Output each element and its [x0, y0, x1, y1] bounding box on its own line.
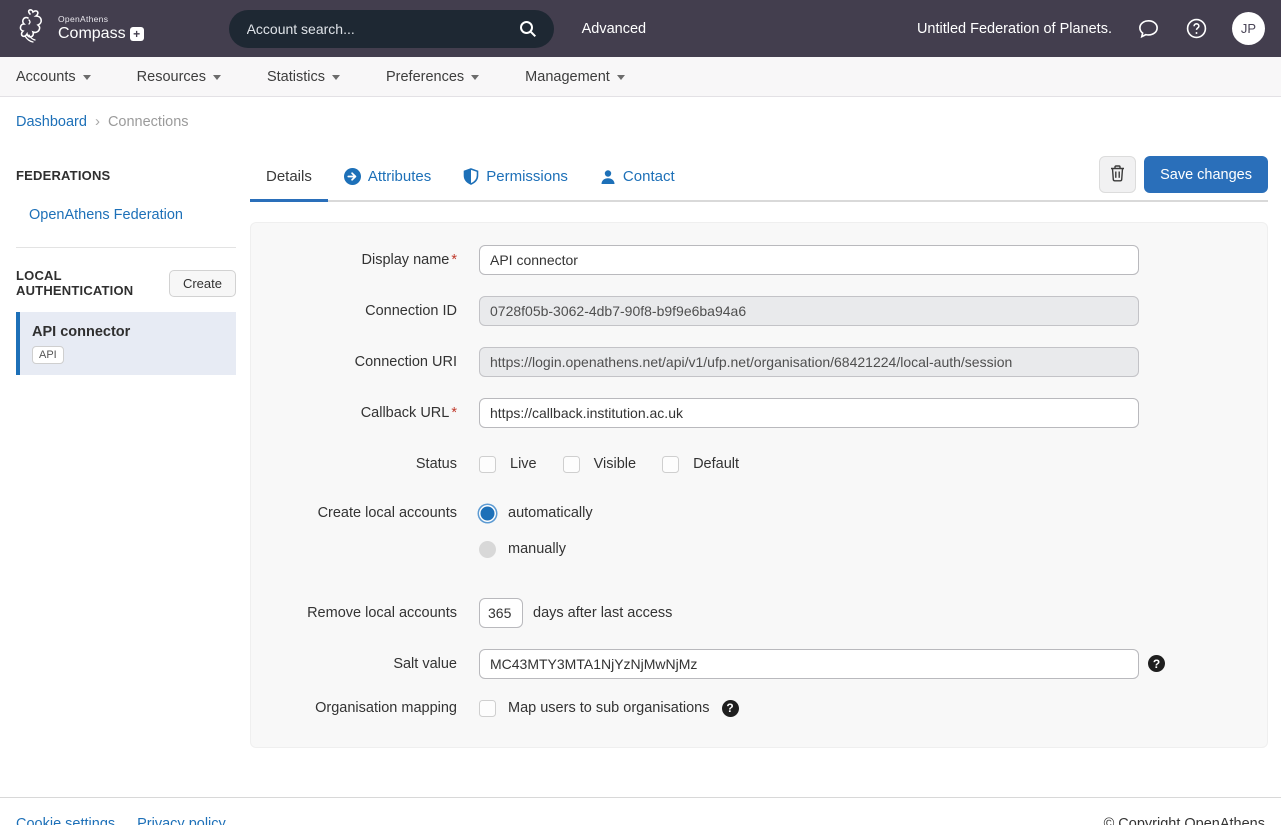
delete-connection-button[interactable]	[1099, 156, 1136, 193]
remove-days-field[interactable]	[479, 598, 523, 628]
search-icon[interactable]	[516, 17, 540, 41]
default-checkbox[interactable]	[662, 456, 679, 473]
nav-item-resources[interactable]: Resources	[137, 69, 221, 85]
organisation-name: Untitled Federation of Planets.	[917, 21, 1112, 37]
nav-item-preferences[interactable]: Preferences	[386, 69, 479, 85]
tab-permissions[interactable]: Permissions	[447, 156, 584, 202]
shield-icon	[463, 168, 479, 185]
person-icon	[600, 169, 616, 185]
breadcrumb: Dashboard › Connections	[0, 97, 1281, 144]
app-header: OpenAthens Compass + Advanced Untitled F…	[0, 0, 1281, 57]
cookie-settings-link[interactable]: Cookie settings	[16, 816, 115, 825]
status-label: Status	[281, 456, 457, 472]
chevron-down-icon	[213, 75, 221, 80]
plus-badge-icon: +	[130, 27, 144, 41]
connection-id-label: Connection ID	[281, 303, 457, 319]
status-row: Status Live Visible Default	[281, 456, 1237, 473]
display-name-label: Display name*	[281, 252, 457, 268]
breadcrumb-separator: ›	[95, 113, 100, 130]
callback-url-field[interactable]	[479, 398, 1139, 428]
create-connection-button[interactable]: Create	[169, 270, 236, 297]
trash-icon	[1109, 164, 1126, 185]
sidebar: FEDERATIONS OpenAthens Federation LOCAL …	[0, 144, 250, 375]
connection-name: API connector	[32, 324, 226, 340]
brand-openathens-label: OpenAthens	[58, 15, 144, 24]
connection-uri-label: Connection URI	[281, 354, 457, 370]
salt-value-row: Salt value ?	[281, 649, 1237, 679]
help-icon[interactable]	[1184, 17, 1208, 41]
save-changes-button[interactable]: Save changes	[1144, 156, 1268, 193]
callback-url-row: Callback URL*	[281, 398, 1237, 428]
org-mapping-checkbox[interactable]	[479, 700, 496, 717]
org-mapping-help-icon[interactable]: ?	[722, 700, 739, 717]
connection-uri-row: Connection URI	[281, 347, 1237, 377]
details-form: Display name* Connection ID Connection U…	[250, 222, 1268, 748]
breadcrumb-current: Connections	[108, 114, 189, 130]
sidebar-divider	[16, 247, 236, 248]
account-search-box[interactable]	[229, 10, 554, 48]
page-footer: Cookie settings Privacy policy © Copyrig…	[0, 797, 1281, 825]
remove-local-accounts-label: Remove local accounts	[281, 605, 457, 621]
breadcrumb-dashboard-link[interactable]: Dashboard	[16, 114, 87, 130]
create-local-accounts-label: Create local accounts	[281, 505, 457, 521]
visible-checkbox-label: Visible	[594, 456, 636, 472]
callback-url-label: Callback URL*	[281, 405, 457, 421]
chevron-down-icon	[617, 75, 625, 80]
account-search-input[interactable]	[247, 21, 516, 37]
organisation-mapping-label: Organisation mapping	[281, 700, 457, 716]
main-panel: Details Attributes Permissions	[250, 144, 1281, 748]
federations-heading: FEDERATIONS	[16, 168, 236, 183]
arrow-right-circle-icon	[344, 168, 361, 185]
connection-uri-field	[479, 347, 1139, 377]
organisation-mapping-row: Organisation mapping Map users to sub or…	[281, 700, 1237, 717]
brand-compass-label: Compass	[58, 26, 126, 42]
sidebar-item-openathens-federation[interactable]: OpenAthens Federation	[29, 207, 236, 223]
advanced-search-link[interactable]: Advanced	[582, 21, 647, 37]
display-name-field[interactable]	[479, 245, 1139, 275]
required-asterisk: *	[451, 405, 457, 421]
chat-icon[interactable]	[1136, 17, 1160, 41]
connection-type-badge: API	[32, 346, 64, 364]
automatically-radio-label: automatically	[508, 505, 593, 521]
salt-help-icon[interactable]: ?	[1148, 655, 1165, 672]
default-checkbox-label: Default	[693, 456, 739, 472]
openathens-owl-icon	[16, 6, 50, 51]
automatically-radio[interactable]	[479, 505, 496, 522]
sidebar-item-api-connector[interactable]: API connector API	[16, 312, 236, 375]
chevron-down-icon	[471, 75, 479, 80]
tab-contact[interactable]: Contact	[584, 156, 691, 202]
display-name-row: Display name*	[281, 245, 1237, 275]
salt-value-label: Salt value	[281, 656, 457, 672]
manually-radio-label: manually	[508, 541, 566, 557]
copyright-text: © Copyright OpenAthens	[1104, 816, 1265, 825]
remove-days-suffix: days after last access	[533, 605, 672, 621]
manually-radio[interactable]	[479, 541, 496, 558]
salt-value-field[interactable]	[479, 649, 1139, 679]
nav-item-statistics[interactable]: Statistics	[267, 69, 340, 85]
nav-item-management[interactable]: Management	[525, 69, 625, 85]
remove-local-accounts-row: Remove local accounts days after last ac…	[281, 598, 1237, 628]
required-asterisk: *	[451, 252, 457, 268]
tab-details[interactable]: Details	[250, 156, 328, 202]
visible-checkbox[interactable]	[563, 456, 580, 473]
nav-item-accounts[interactable]: Accounts	[16, 69, 91, 85]
org-mapping-checkbox-label: Map users to sub organisations	[508, 700, 710, 716]
brand-logo[interactable]: OpenAthens Compass +	[16, 6, 144, 51]
local-authentication-heading: LOCAL AUTHENTICATION	[16, 268, 169, 298]
live-checkbox[interactable]	[479, 456, 496, 473]
create-local-accounts-row: Create local accounts automatically manu…	[281, 505, 1237, 558]
chevron-down-icon	[332, 75, 340, 80]
connection-id-field	[479, 296, 1139, 326]
privacy-policy-link[interactable]: Privacy policy	[137, 816, 226, 825]
main-nav: Accounts Resources Statistics Preference…	[0, 57, 1281, 97]
tab-attributes[interactable]: Attributes	[328, 156, 447, 202]
chevron-down-icon	[83, 75, 91, 80]
live-checkbox-label: Live	[510, 456, 537, 472]
user-avatar[interactable]: JP	[1232, 12, 1265, 45]
connection-id-row: Connection ID	[281, 296, 1237, 326]
brand-text: OpenAthens Compass +	[58, 15, 144, 42]
